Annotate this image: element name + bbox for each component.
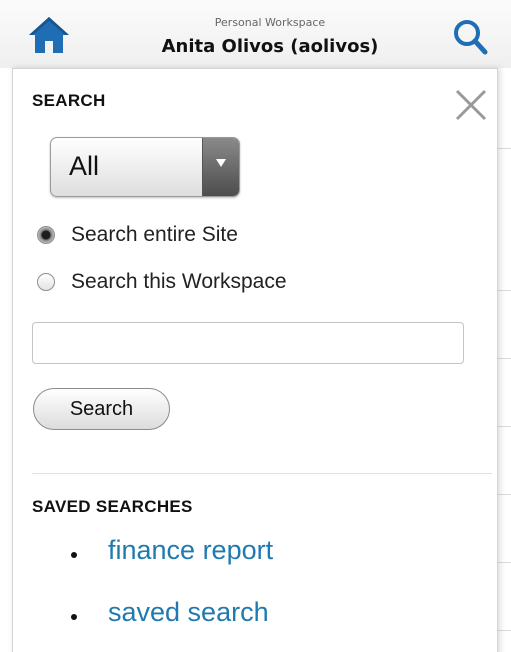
bullet-icon xyxy=(71,614,77,620)
chevron-down-icon xyxy=(216,159,226,167)
saved-search-link[interactable]: finance report xyxy=(108,535,273,566)
search-panel-title: SEARCH xyxy=(32,91,106,110)
workspace-label: Personal Workspace xyxy=(214,16,326,29)
radio-search-site[interactable]: Search entire Site xyxy=(37,223,317,253)
workspace-user-name: Anita Olivos (aolivos) xyxy=(161,36,379,57)
search-button[interactable]: Search xyxy=(33,388,170,430)
section-divider xyxy=(32,473,492,474)
bullet-icon xyxy=(71,552,77,558)
workspace-header: Personal Workspace Anita Olivos (aolivos… xyxy=(0,0,511,68)
saved-search-link[interactable]: saved search xyxy=(108,597,269,628)
search-toggle-button[interactable] xyxy=(448,16,492,58)
radio-button-checked[interactable] xyxy=(37,226,55,244)
close-icon xyxy=(455,89,487,121)
radio-button-unchecked[interactable] xyxy=(37,273,55,291)
saved-searches-title: SAVED SEARCHES xyxy=(32,497,193,516)
home-button[interactable] xyxy=(26,14,72,56)
close-button[interactable] xyxy=(453,87,489,123)
page: Personal Workspace Anita Olivos (aolivos… xyxy=(0,0,511,652)
search-scope-select[interactable]: All xyxy=(50,137,240,197)
search-query-input[interactable] xyxy=(32,322,464,364)
radio-search-workspace[interactable]: Search this Workspace xyxy=(37,270,357,300)
search-scope-value: All xyxy=(69,151,100,181)
home-icon xyxy=(29,17,69,53)
radio-label: Search this Workspace xyxy=(71,270,287,293)
search-panel: SEARCH All Search entire Site Search thi… xyxy=(12,68,498,652)
radio-label: Search entire Site xyxy=(71,223,238,246)
search-icon xyxy=(454,20,488,55)
dropdown-arrow xyxy=(202,138,239,196)
